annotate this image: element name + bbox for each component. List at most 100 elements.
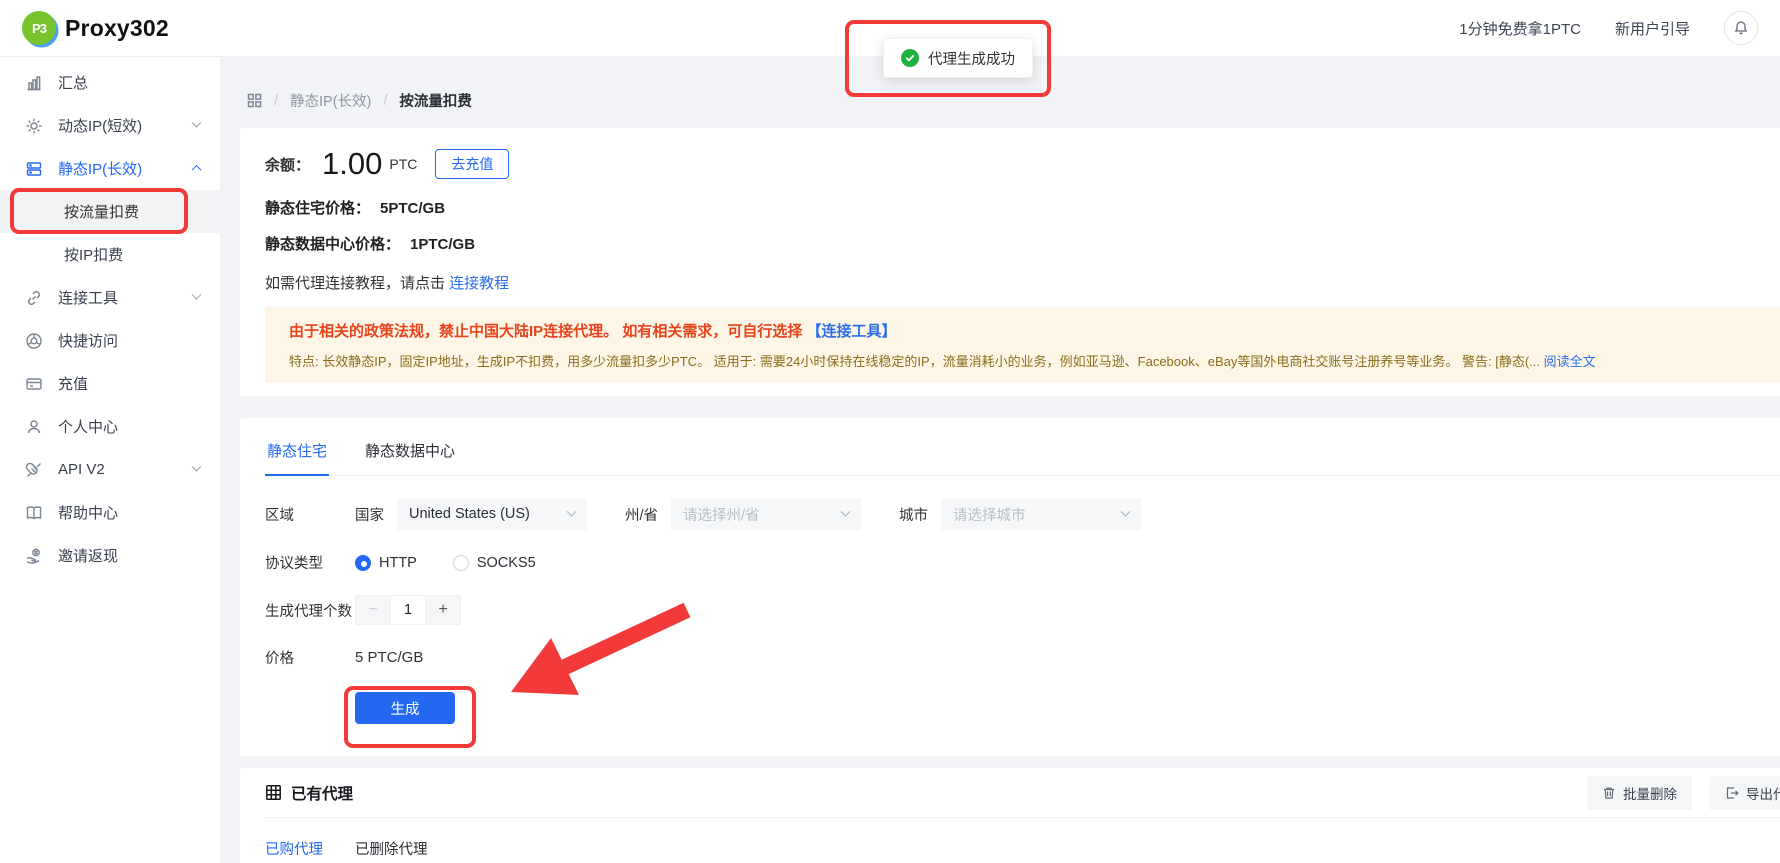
toast-message: 代理生成成功	[928, 51, 1015, 68]
tab-purchased-proxies[interactable]: 已购代理	[265, 838, 323, 859]
export-icon	[1726, 786, 1739, 799]
country-label: 国家	[355, 507, 384, 524]
protocol-http-label: HTTP	[379, 554, 417, 571]
country-selected-value: United States (US)	[409, 506, 530, 522]
sidebar-item-static-ip[interactable]: 静态IP(长效)	[0, 147, 220, 190]
tutorial-row: 如需代理连接教程，请点击 连接教程	[265, 272, 1780, 293]
sidebar-item-dynamic-ip[interactable]: 动态IP(短效)	[0, 104, 220, 147]
protocol-option-socks5[interactable]: SOCKS5	[452, 554, 536, 571]
city-select[interactable]: 请选择城市	[941, 498, 1142, 530]
sidebar-item-label: 连接工具	[58, 290, 119, 307]
generate-button[interactable]: 生成	[355, 692, 455, 724]
sidebar-item-api-v2[interactable]: API V2	[0, 448, 220, 491]
region-row: 区域 国家 United States (US) 州/省 请选择州/省 城市 请…	[265, 498, 1780, 530]
sidebar-item-recharge[interactable]: 充值	[0, 362, 220, 405]
country-select[interactable]: United States (US)	[397, 498, 587, 530]
price-value: 5 PTC/GB	[355, 649, 424, 666]
sidebar-item-connect-tools[interactable]: 连接工具	[0, 276, 220, 319]
export-proxies-button[interactable]: 导出代理	[1710, 775, 1780, 810]
chevron-down-icon	[840, 506, 851, 517]
new-user-guide-link[interactable]: 新用户引导	[1615, 18, 1690, 39]
warning-headline-text: 由于相关的政策法规，禁止中国大陆IP连接代理。 如有相关需求，可自行选择	[289, 323, 807, 340]
tab-static-residential[interactable]: 静态住宅	[265, 434, 330, 476]
residential-price-value: 5PTC/GB	[380, 200, 446, 217]
existing-proxies-title: 已有代理	[265, 782, 353, 804]
quantity-stepper: − 1 +	[355, 595, 461, 625]
brand[interactable]: P3 Proxy302	[22, 11, 169, 45]
browser-icon	[25, 332, 43, 350]
chevron-down-icon	[191, 461, 202, 472]
residential-price-label: 静态住宅价格：	[265, 200, 371, 217]
region-label: 区域	[265, 507, 294, 524]
sidebar-item-traffic-billing[interactable]: 按流量扣费	[0, 190, 220, 233]
promo-link[interactable]: 1分钟免费拿1PTC	[1459, 18, 1581, 39]
state-label: 州/省	[625, 507, 659, 524]
success-check-icon	[901, 49, 919, 67]
state-placeholder: 请选择州/省	[683, 507, 760, 524]
datacenter-price-value: 1PTC/GB	[410, 236, 476, 253]
read-more-link[interactable]: 阅读全文	[1544, 354, 1596, 369]
state-select[interactable]: 请选择州/省	[671, 498, 862, 530]
tutorial-link[interactable]: 连接教程	[449, 275, 509, 292]
price-label: 价格	[265, 651, 294, 667]
stepper-decrease-button[interactable]: −	[356, 596, 390, 624]
balance-unit: PTC	[389, 156, 418, 172]
credit-card-icon	[25, 375, 43, 393]
sidebar-item-label: 静态IP(长效)	[58, 161, 143, 178]
apps-grid-icon[interactable]	[247, 93, 262, 108]
proxy-count-label: 生成代理个数	[265, 603, 352, 620]
protocol-option-http[interactable]: HTTP	[355, 554, 417, 571]
connect-tools-link[interactable]: 【连接工具】	[807, 323, 897, 340]
warning-detail: 特点: 长效静态IP，固定IP地址，生成IP不扣费，用多少流量扣多少PTC。 适…	[289, 351, 1780, 370]
sidebar-item-label: 快捷访问	[58, 333, 119, 350]
server-icon	[25, 160, 43, 178]
breadcrumb-level1[interactable]: 静态IP(长效)	[290, 90, 371, 111]
tab-deleted-proxies[interactable]: 已删除代理	[355, 838, 428, 859]
batch-delete-button[interactable]: 批量删除	[1587, 775, 1692, 810]
recharge-button[interactable]: 去充值	[435, 149, 510, 179]
existing-proxies-actions: 批量删除 导出代理	[1587, 775, 1780, 810]
logo-glyph: P3	[32, 20, 47, 36]
breadcrumb-level2: 按流量扣费	[399, 94, 472, 110]
bar-chart-icon	[25, 74, 43, 92]
stepper-value[interactable]: 1	[390, 596, 426, 624]
api-plug-icon	[25, 461, 43, 479]
notification-bell-button[interactable]	[1724, 11, 1758, 45]
sidebar-item-label: API V2	[58, 461, 105, 478]
sidebar-item-ip-billing[interactable]: 按IP扣费	[0, 233, 220, 276]
sidebar-item-label: 汇总	[58, 75, 89, 92]
sidebar-item-label: 邀请返现	[58, 548, 119, 565]
sidebar-item-label: 动态IP(短效)	[58, 118, 143, 135]
tab-static-datacenter[interactable]: 静态数据中心	[363, 434, 457, 475]
proxy302-logo-icon: P3	[22, 11, 56, 45]
balance-label: 余额：	[265, 156, 311, 174]
brand-name: Proxy302	[65, 14, 169, 41]
city-label: 城市	[899, 507, 929, 524]
sidebar-item-label: 个人中心	[58, 419, 119, 436]
sidebar-item-label: 充值	[58, 376, 89, 393]
residential-price-row: 静态住宅价格： 5PTC/GB	[265, 197, 1780, 218]
stepper-increase-button[interactable]: +	[426, 596, 460, 624]
sidebar-item-help-center[interactable]: 帮助中心	[0, 491, 220, 534]
sidebar-item-quick-access[interactable]: 快捷访问	[0, 319, 220, 362]
protocol-label: 协议类型	[265, 556, 323, 572]
balance-value: 1.00	[322, 146, 383, 181]
proxy-count-row: 生成代理个数 − 1 +	[265, 595, 1780, 625]
breadcrumb-separator: /	[383, 92, 388, 109]
table-icon	[266, 785, 281, 800]
sidebar-nav: 汇总 动态IP(短效) 静态IP(长效) 按流量扣费 按IP扣费 连接工具 快捷…	[0, 57, 220, 863]
success-toast: 代理生成成功	[883, 38, 1033, 78]
header-actions: 1分钟免费拿1PTC 新用户引导	[1459, 11, 1758, 45]
protocol-row: 协议类型 HTTP SOCKS5	[265, 552, 1780, 573]
sidebar-item-personal-center[interactable]: 个人中心	[0, 405, 220, 448]
breadcrumb: / 静态IP(长效) / 按流量扣费	[247, 90, 472, 111]
hand-coin-icon	[25, 547, 43, 565]
policy-warning-banner: 由于相关的政策法规，禁止中国大陆IP连接代理。 如有相关需求，可自行选择 【连接…	[265, 307, 1780, 383]
proxy-generator-card: 静态住宅 静态数据中心 区域 国家 United States (US) 州/省…	[240, 418, 1780, 756]
sidebar-item-summary[interactable]: 汇总	[0, 61, 220, 104]
existing-proxies-card: 已有代理 批量删除 导出代理 已购代理 已删除代理	[240, 768, 1780, 863]
price-row: 价格 5 PTC/GB	[265, 647, 1780, 668]
warning-headline: 由于相关的政策法规，禁止中国大陆IP连接代理。 如有相关需求，可自行选择 【连接…	[289, 320, 1780, 341]
sidebar-item-referral[interactable]: 邀请返现	[0, 534, 220, 577]
city-placeholder: 请选择城市	[953, 507, 1026, 524]
